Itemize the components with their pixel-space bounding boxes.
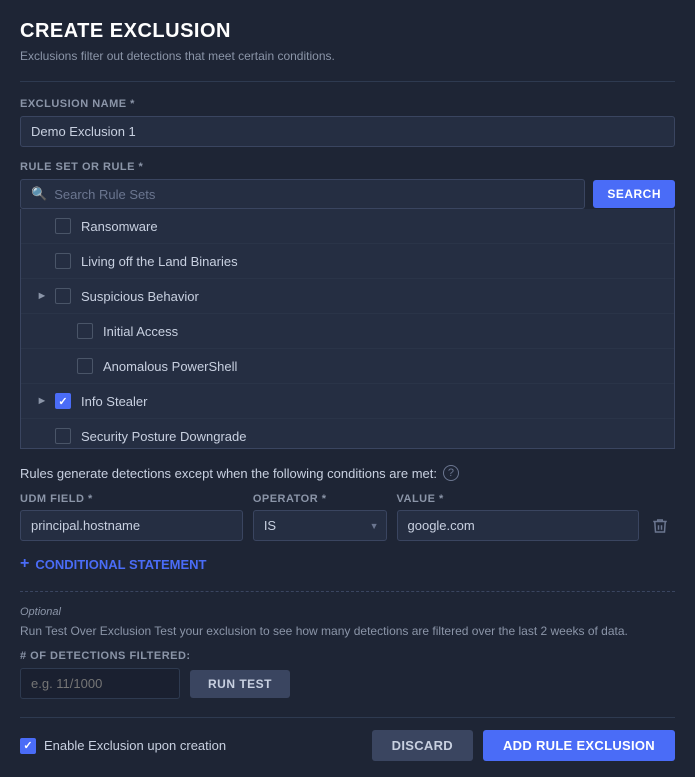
enable-row: Enable Exclusion upon creation: [20, 738, 226, 754]
search-icon: 🔍: [31, 186, 47, 202]
plus-icon: +: [20, 555, 29, 573]
udm-field-input[interactable]: [20, 510, 243, 541]
search-input-wrap: 🔍: [20, 179, 585, 209]
rule-item[interactable]: Ransomware: [21, 209, 674, 244]
rule-set-label: RULE SET OR RULE *: [20, 161, 675, 173]
enable-checkbox[interactable]: [20, 738, 36, 754]
run-test-button[interactable]: RUN TEST: [190, 670, 290, 698]
rule-name: Initial Access: [103, 324, 178, 339]
search-button[interactable]: SEARCH: [593, 180, 675, 208]
rule-item[interactable]: Initial Access: [21, 314, 674, 349]
search-input[interactable]: [54, 187, 574, 202]
rule-name: Security Posture Downgrade: [81, 429, 246, 444]
detections-filtered-input[interactable]: [20, 668, 180, 699]
rule-name: Ransomware: [81, 219, 158, 234]
add-exclusion-button[interactable]: ADD RULE EXCLUSION: [483, 730, 675, 761]
operator-select[interactable]: IS IS NOT CONTAINS MATCHES: [253, 510, 387, 541]
rule-name: Info Stealer: [81, 394, 148, 409]
add-condition-button[interactable]: + CONDITIONAL STATEMENT: [20, 551, 207, 577]
footer: Enable Exclusion upon creation DISCARD A…: [20, 717, 675, 761]
rule-list: Ransomware Living off the Land Binaries …: [20, 209, 675, 449]
value-input[interactable]: [397, 510, 640, 541]
header-divider: [20, 81, 675, 82]
value-label: VALUE *: [397, 493, 640, 505]
checkbox-lotlb[interactable]: [55, 253, 71, 269]
rule-name: Living off the Land Binaries: [81, 254, 238, 269]
footer-buttons: DISCARD ADD RULE EXCLUSION: [372, 730, 675, 761]
operator-select-wrap: IS IS NOT CONTAINS MATCHES: [253, 510, 387, 541]
checkbox-anomalous-powershell[interactable]: [77, 358, 93, 374]
enable-label: Enable Exclusion upon creation: [44, 738, 226, 753]
chevron-icon[interactable]: ►: [35, 394, 49, 408]
rule-item[interactable]: ► Info Stealer: [21, 384, 674, 419]
rule-item[interactable]: Living off the Land Binaries: [21, 244, 674, 279]
checkbox-suspicious-behavior[interactable]: [55, 288, 71, 304]
discard-button[interactable]: DISCARD: [372, 730, 473, 761]
detections-label: # OF DETECTIONS FILTERED:: [20, 650, 675, 662]
checkbox-initial-access[interactable]: [77, 323, 93, 339]
checkbox-ransomware[interactable]: [55, 218, 71, 234]
run-test-description: Run Test Over Exclusion Test your exclus…: [20, 622, 675, 640]
udm-field-label: UDM FIELD *: [20, 493, 243, 505]
page-title: CREATE EXCLUSION: [20, 20, 675, 43]
checkbox-info-stealer[interactable]: [55, 393, 71, 409]
rule-name: Suspicious Behavior: [81, 289, 199, 304]
operator-label: OPERATOR *: [253, 493, 387, 505]
section-divider: [20, 591, 675, 592]
conditions-label: Rules generate detections except when th…: [20, 465, 675, 481]
optional-label: Optional: [20, 606, 675, 618]
rule-name: Anomalous PowerShell: [103, 359, 237, 374]
checkbox-security-posture-downgrade[interactable]: [55, 428, 71, 444]
rule-item[interactable]: Anomalous PowerShell: [21, 349, 674, 384]
rule-item[interactable]: Security Posture Downgrade: [21, 419, 674, 449]
chevron-icon[interactable]: ►: [35, 289, 49, 303]
delete-condition-button[interactable]: [645, 511, 675, 541]
exclusion-name-label: EXCLUSION NAME *: [20, 98, 675, 110]
page-subtitle: Exclusions filter out detections that me…: [20, 49, 675, 63]
help-icon[interactable]: ?: [443, 465, 459, 481]
exclusion-name-input[interactable]: [20, 116, 675, 147]
rule-item[interactable]: ► Suspicious Behavior: [21, 279, 674, 314]
